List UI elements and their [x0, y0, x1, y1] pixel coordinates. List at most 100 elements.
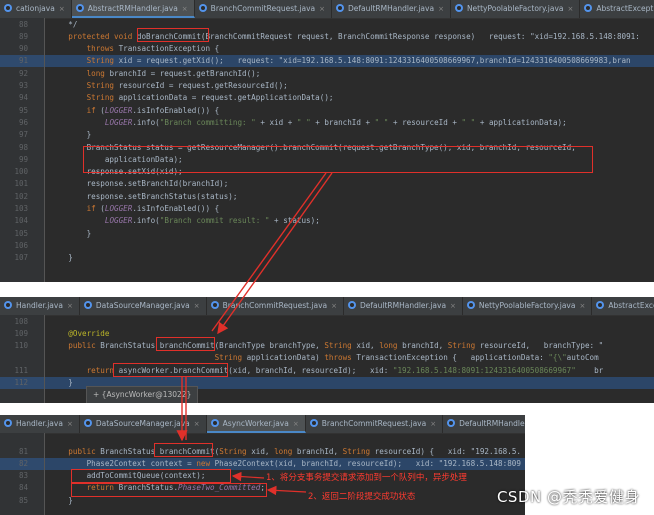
- tab-panel1-1[interactable]: AbstractRMHandler.java ×: [71, 0, 195, 18]
- tab-panel1-5[interactable]: AbstractExceptionHandler.java×: [580, 0, 654, 18]
- tab-panel2-5[interactable]: AbstractExceptionHandler.java×: [592, 297, 654, 315]
- line-number: 99: [18, 154, 28, 164]
- annotation-queue: 1、将分支事务提交请求添加到一个队列中，异步处理: [266, 473, 467, 483]
- code-line: */: [50, 19, 78, 29]
- tab-label: AsyncWorker.java: [222, 419, 289, 428]
- line-number: 105: [14, 228, 28, 238]
- tab-panel2-4[interactable]: NettyPoolableFactory.java ×: [463, 297, 593, 315]
- class-file-icon: [83, 419, 92, 427]
- tab-panel3-3[interactable]: BranchCommitRequest.java ×: [306, 415, 444, 433]
- tab-panel1-4[interactable]: NettyPoolableFactory.java ×: [451, 0, 581, 18]
- code-line: LOGGER.info("Branch committing: " + xid …: [104, 117, 567, 127]
- close-icon[interactable]: ×: [567, 0, 573, 18]
- line-number: 103: [14, 204, 28, 213]
- editor-panel-middle: Handler.java × DataSourceManager.java × Bran…: [0, 297, 654, 403]
- tab-panel3-1[interactable]: DataSourceManager.java ×: [80, 415, 207, 433]
- tab-label: AbstractExceptionHandler.java: [608, 301, 654, 310]
- line-number: 109: [14, 328, 28, 338]
- line-number: 97: [18, 130, 28, 140]
- close-icon[interactable]: ×: [67, 297, 73, 315]
- tab-panel1-3[interactable]: DefaultRMHandler.java ×: [332, 0, 451, 18]
- tab-panel3-0[interactable]: Handler.java ×: [0, 415, 80, 433]
- tab-label: BranchCommitRequest.java: [210, 4, 316, 13]
- class-file-icon: [210, 301, 219, 309]
- class-file-icon: [4, 419, 12, 427]
- line-number: 93: [18, 81, 28, 90]
- tab-label: AbstractExceptionHandler.java: [596, 4, 654, 13]
- tab-panel3-4[interactable]: DefaultRMHandler.java×: [443, 415, 525, 433]
- tab-label: NettyPoolableFactory.java: [466, 4, 564, 13]
- line-number: 84: [18, 483, 28, 493]
- code-line: }: [50, 378, 73, 387]
- tab-label: BranchCommitRequest.java: [321, 419, 427, 428]
- line-number: 82: [18, 458, 28, 468]
- line-number: 81: [18, 446, 28, 456]
- class-file-icon: [466, 301, 475, 309]
- close-icon[interactable]: ×: [579, 297, 585, 315]
- close-icon[interactable]: ×: [430, 415, 436, 433]
- line-number: 98: [18, 142, 28, 152]
- close-icon[interactable]: ×: [194, 297, 200, 315]
- tab-panel2-0[interactable]: Handler.java ×: [0, 297, 80, 315]
- code-line: public BranchStatus branchCommit(BranchT…: [68, 341, 604, 351]
- tab-label: DefaultRMHandler.java: [459, 419, 525, 428]
- class-file-icon: [447, 419, 456, 427]
- close-icon[interactable]: ×: [194, 415, 200, 433]
- code-line: String resourceId = request.getResourceI…: [86, 81, 288, 90]
- line-number: 90: [18, 44, 28, 54]
- class-file-icon: [210, 419, 219, 427]
- tab-panel3-2[interactable]: AsyncWorker.java ×: [206, 415, 306, 433]
- line-number: 108: [14, 316, 28, 326]
- tab-label: NettyPoolableFactory.java: [478, 301, 576, 310]
- watermark: CSDN @秃秃爱健身: [496, 488, 640, 506]
- close-icon[interactable]: ×: [293, 415, 299, 433]
- code-line: }: [50, 253, 73, 263]
- code-line: public BranchStatus branchCommit(String …: [68, 446, 521, 456]
- tooltip-text: + {AsyncWorker@13022}: [93, 390, 192, 399]
- class-file-icon: [584, 4, 593, 12]
- close-icon[interactable]: ×: [67, 415, 73, 433]
- tab-label: Handler.java: [16, 419, 63, 428]
- tab-panel1-2[interactable]: BranchCommitRequest.java ×: [195, 0, 333, 18]
- tab-label: DefaultRMHandler.java: [348, 4, 435, 13]
- branch-commit-call-box: [83, 146, 593, 173]
- tab-label: DataSourceManager.java: [95, 301, 190, 310]
- code-line: if (LOGGER.isInfoEnabled()) {: [86, 204, 220, 213]
- tab-panel2-2[interactable]: BranchCommitRequest.java ×: [207, 297, 345, 315]
- branch-commit-method-box: [154, 443, 213, 457]
- code-line: if (LOGGER.isInfoEnabled()) {: [86, 105, 220, 115]
- code-line: String xid = request.getXid(); request: …: [86, 56, 631, 66]
- line-number: 96: [18, 117, 28, 127]
- line-number: 111: [14, 365, 28, 375]
- code-line: response.setBranchStatus(status);: [50, 191, 238, 201]
- close-icon[interactable]: ×: [450, 297, 456, 315]
- async-worker-call-box: [113, 363, 228, 377]
- line-number: 94: [18, 93, 28, 103]
- close-icon[interactable]: ×: [182, 0, 188, 18]
- class-file-icon: [4, 301, 12, 309]
- line-number: 92: [18, 68, 28, 78]
- tab-label: Handler.java: [16, 301, 63, 310]
- code-line: response.setBranchId(branchId);: [50, 179, 229, 189]
- code-line: String applicationData = request.getAppl…: [86, 93, 334, 103]
- tab-panel2-3[interactable]: DefaultRMHandler.java ×: [344, 297, 463, 315]
- line-number: 106: [14, 240, 28, 250]
- tab-panel1-0[interactable]: cationjava ×: [0, 0, 72, 18]
- debug-value-tooltip[interactable]: + {AsyncWorker@13022}: [86, 386, 199, 403]
- code-line: LOGGER.info("Branch commit result: " + s…: [104, 216, 320, 226]
- line-number: 95: [18, 105, 28, 115]
- close-icon[interactable]: ×: [438, 0, 444, 18]
- code-line: }: [50, 228, 92, 238]
- tab-panel2-1[interactable]: DataSourceManager.java ×: [80, 297, 207, 315]
- code-line: }: [50, 495, 73, 505]
- close-icon[interactable]: ×: [59, 0, 65, 18]
- line-number: 85: [18, 495, 28, 505]
- tab-label: cationjava: [16, 4, 55, 13]
- close-icon[interactable]: ×: [319, 0, 325, 18]
- branch-commit-method-box: [156, 337, 215, 351]
- code-line: @Override: [68, 328, 110, 338]
- code-line: long branchId = request.getBranchId();: [86, 68, 261, 78]
- close-icon[interactable]: ×: [331, 297, 337, 315]
- class-file-icon: [75, 4, 84, 12]
- return-status-box: [71, 483, 267, 497]
